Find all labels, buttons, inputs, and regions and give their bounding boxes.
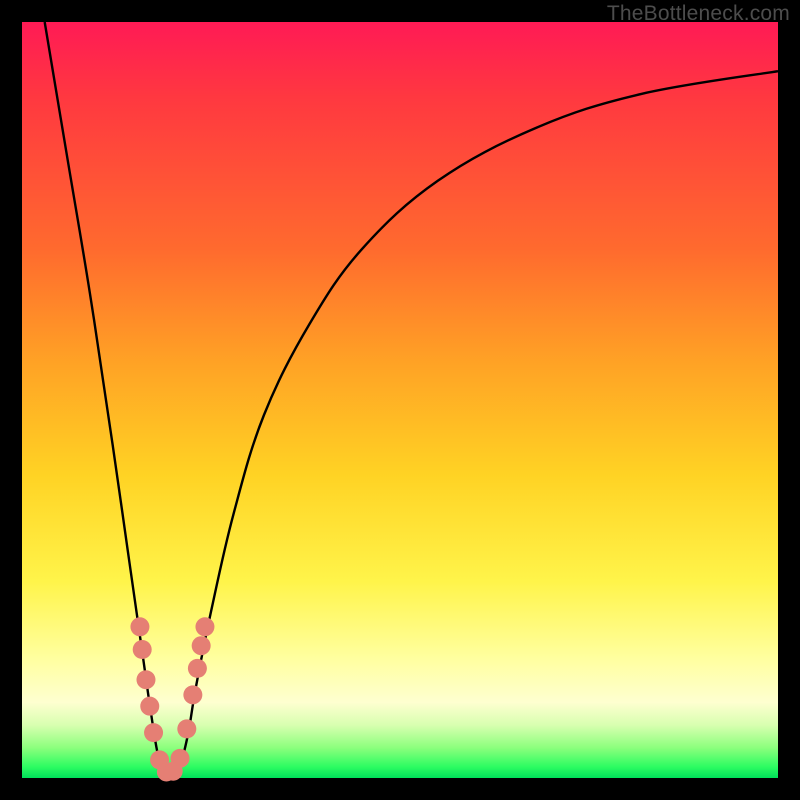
bead-marker [195,617,214,636]
bead-group [130,617,214,781]
bead-marker [192,636,211,655]
bead-marker [183,685,202,704]
outer-frame: TheBottleneck.com [0,0,800,800]
bead-marker [171,749,190,768]
bead-marker [188,659,207,678]
watermark-text: TheBottleneck.com [607,2,790,26]
bottleneck-curve [45,22,778,775]
chart-svg [22,22,778,778]
bead-marker [144,723,163,742]
bead-marker [140,697,159,716]
bead-marker [130,617,149,636]
bead-marker [136,670,155,689]
plot-area [22,22,778,778]
bead-marker [133,640,152,659]
bead-marker [177,719,196,738]
